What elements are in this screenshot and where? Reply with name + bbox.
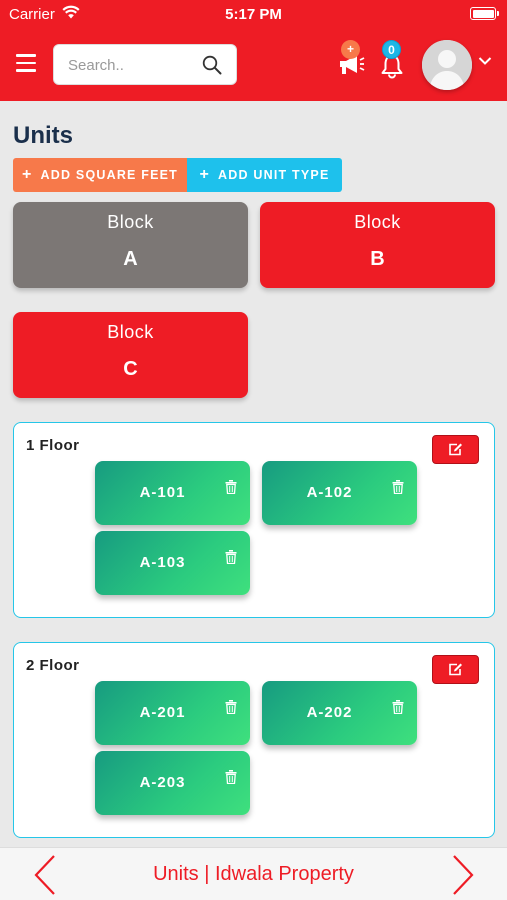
unit-label: A-101: [139, 484, 186, 501]
unit-label: A-202: [306, 704, 353, 721]
unit-tile[interactable]: A-203: [95, 751, 250, 815]
battery-icon: [470, 7, 499, 20]
unit-tile[interactable]: A-103: [95, 531, 250, 595]
edit-floor-button[interactable]: [432, 655, 479, 684]
unit-label: A-102: [306, 484, 353, 501]
unit-label: A-201: [139, 704, 186, 721]
notification-count-badge: 0: [382, 40, 401, 59]
clock: 5:17 PM: [225, 6, 282, 23]
page-footer-title: Units | Idwala Property: [153, 863, 354, 885]
status-bar: Carrier 5:17 PM: [0, 0, 507, 28]
trash-icon[interactable]: [392, 700, 404, 714]
add-square-feet-button[interactable]: + ADD SQUARE FEET: [13, 158, 187, 192]
trash-icon[interactable]: [225, 480, 237, 494]
unit-tile[interactable]: A-102: [262, 461, 417, 525]
trash-icon[interactable]: [225, 550, 237, 564]
chevron-right-icon[interactable]: [450, 854, 476, 896]
chevron-down-icon[interactable]: [478, 56, 492, 66]
floor-card: 2 Floor A-201 A-202 A-203: [13, 642, 495, 838]
trash-icon[interactable]: [392, 480, 404, 494]
app-header: Carrier 5:17 PM + 0: [0, 0, 507, 101]
edit-icon: [449, 443, 462, 456]
edit-floor-button[interactable]: [432, 435, 479, 464]
menu-icon[interactable]: [16, 54, 38, 74]
trash-icon[interactable]: [225, 770, 237, 784]
floor-card: 1 Floor A-101 A-102 A-103: [13, 422, 495, 618]
floor-title: 1 Floor: [26, 437, 80, 454]
block-card-a[interactable]: Block A: [13, 202, 248, 288]
unit-label: A-203: [139, 774, 186, 791]
unit-tile[interactable]: A-201: [95, 681, 250, 745]
plus-icon: +: [199, 166, 211, 183]
block-card-c[interactable]: Block C: [13, 312, 248, 398]
search-input[interactable]: [68, 54, 198, 76]
unit-label: A-103: [139, 554, 186, 571]
user-silhouette-icon: [422, 40, 472, 90]
unit-tile[interactable]: A-101: [95, 461, 250, 525]
floor-title: 2 Floor: [26, 657, 80, 674]
block-card-b[interactable]: Block B: [260, 202, 495, 288]
edit-icon: [449, 663, 462, 676]
unit-tile[interactable]: A-202: [262, 681, 417, 745]
page-title: Units: [13, 122, 73, 149]
plus-icon: +: [22, 166, 33, 183]
trash-icon[interactable]: [225, 700, 237, 714]
search-bar[interactable]: [53, 44, 237, 85]
bottom-nav-bar: Units | Idwala Property: [0, 847, 507, 900]
search-icon[interactable]: [202, 55, 222, 75]
avatar[interactable]: [422, 40, 472, 90]
announcement-badge: +: [341, 40, 360, 59]
add-unit-type-button[interactable]: + ADD UNIT TYPE: [187, 158, 342, 192]
